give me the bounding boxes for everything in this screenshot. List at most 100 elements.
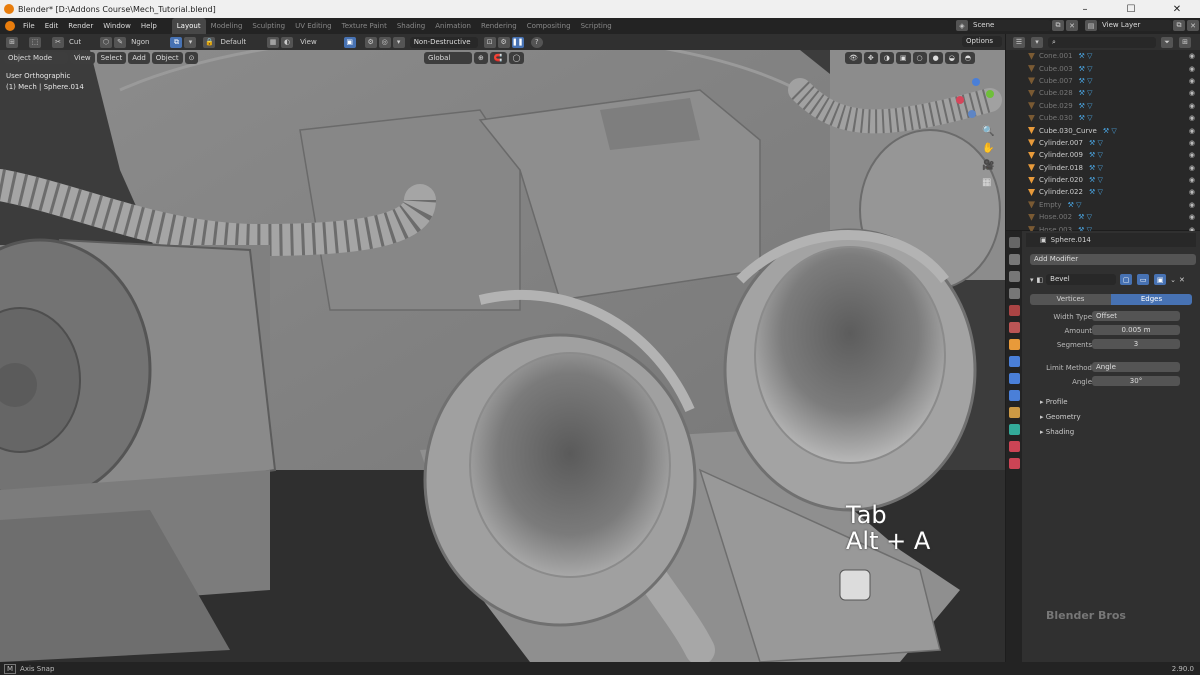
help-icon[interactable]: ?	[530, 36, 543, 48]
workspace-tab-shading[interactable]: Shading	[392, 18, 430, 34]
outliner-row[interactable]: Empty ⚒ ▽ ◉	[1006, 199, 1200, 211]
outliner-row[interactable]: Cube.030 ⚒ ▽ ◉	[1006, 112, 1200, 124]
scene-delete-icon[interactable]: ✕	[1066, 20, 1078, 31]
camera-icon[interactable]: 🎥	[982, 160, 994, 171]
select-box-icon[interactable]: ⬚	[29, 36, 41, 48]
blender-menu-icon[interactable]	[5, 21, 15, 31]
maximize-button[interactable]: ☐	[1108, 0, 1154, 18]
menu-help[interactable]: Help	[136, 22, 162, 30]
view-layer-selector[interactable]: View Layer	[1098, 20, 1172, 31]
apply-icon[interactable]: ⊡	[483, 36, 496, 48]
workspace-tab-modeling[interactable]: Modeling	[206, 18, 248, 34]
visibility-eye-icon[interactable]: ◉	[1189, 201, 1195, 209]
navigation-gizmo[interactable]	[950, 76, 1000, 126]
visibility-eye-icon[interactable]: ◉	[1189, 151, 1195, 159]
workspace-tab-texture-paint[interactable]: Texture Paint	[337, 18, 392, 34]
pause-icon[interactable]: ❚❚	[511, 36, 524, 48]
outliner-row[interactable]: Hose.002 ⚒ ▽ ◉	[1006, 211, 1200, 223]
boolean-icon[interactable]: ⚙	[364, 36, 377, 48]
tool-tab-icon[interactable]	[1008, 237, 1020, 248]
ortho-grid-icon[interactable]: ▦	[982, 177, 994, 188]
xray-toggle-icon[interactable]: ▣	[895, 52, 911, 64]
outliner-row[interactable]: Cylinder.018 ⚒ ▽ ◉	[1006, 162, 1200, 174]
workspace-tab-animation[interactable]: Animation	[430, 18, 476, 34]
menu-window[interactable]: Window	[98, 22, 136, 30]
editor-type-icon[interactable]: ⊞	[6, 36, 18, 48]
visibility-eye-icon[interactable]: ◉	[1189, 65, 1195, 73]
segments-field[interactable]: 3	[1092, 339, 1180, 349]
angle-field[interactable]: 30°	[1092, 376, 1180, 386]
boolean-mode-dropdown[interactable]: Non-Destructive	[409, 36, 478, 48]
limit-method-dropdown[interactable]: Angle	[1092, 362, 1180, 372]
boolean-2-icon[interactable]: ◎	[378, 36, 391, 48]
visibility-eye-icon[interactable]: ◉	[1189, 176, 1195, 184]
cut-tool-icon[interactable]: ✂	[52, 36, 64, 48]
snap-options-icon[interactable]: ▾	[184, 36, 197, 48]
edges-tab[interactable]: Edges	[1111, 294, 1192, 305]
scene-new-icon[interactable]: ⧉	[1052, 20, 1064, 31]
vertices-tab[interactable]: Vertices	[1030, 294, 1111, 305]
pivot-icon[interactable]: ⊕	[474, 52, 488, 64]
visibility-eye-icon[interactable]: ◉	[1189, 102, 1195, 110]
outliner-row[interactable]: Cylinder.022 ⚒ ▽ ◉	[1006, 186, 1200, 198]
options-dropdown[interactable]: Options	[962, 36, 1002, 47]
constraints-tab-icon[interactable]	[1008, 407, 1020, 418]
menu-add[interactable]: Add	[128, 52, 150, 64]
new-collection-icon[interactable]: ⊞	[1179, 36, 1191, 48]
view-layer-new-icon[interactable]: ⧉	[1173, 20, 1185, 31]
pen-icon[interactable]: ✎	[114, 36, 127, 48]
workspace-tab-sculpting[interactable]: Sculpting	[247, 18, 290, 34]
gizmo-icon[interactable]: ✥	[863, 52, 878, 64]
modifier-menu-icon[interactable]: ⌄	[1170, 276, 1176, 284]
outliner-row[interactable]: Cube.007 ⚒ ▽ ◉	[1006, 75, 1200, 87]
snap-icon[interactable]: ⧉	[170, 36, 183, 48]
workspace-tab-layout[interactable]: Layout	[171, 18, 206, 34]
outliner-row[interactable]: Cylinder.020 ⚒ ▽ ◉	[1006, 174, 1200, 186]
outliner-row[interactable]: Cylinder.009 ⚒ ▽ ◉	[1006, 149, 1200, 161]
add-modifier-dropdown[interactable]: Add Modifier	[1030, 254, 1196, 265]
xray-icon[interactable]: ▣	[343, 36, 356, 48]
shading-rendered-icon[interactable]: ◓	[960, 52, 975, 64]
visibility-eye-icon[interactable]: ◉	[1189, 213, 1195, 221]
gizmo-z-axis-icon[interactable]	[972, 78, 980, 86]
visibility-eye-icon[interactable]: ◉	[1189, 188, 1195, 196]
menu-render[interactable]: Render	[63, 22, 98, 30]
particles-tab-icon[interactable]	[1008, 373, 1020, 384]
outliner-row[interactable]: Cone.001 ⚒ ▽ ◉	[1006, 50, 1200, 62]
outliner-row[interactable]: Cube.030_Curve ⚒ ▽ ◉	[1006, 124, 1200, 136]
view-icon[interactable]: ◐	[281, 36, 294, 48]
outliner-display-icon[interactable]: ▾	[1031, 36, 1043, 48]
output-tab-icon[interactable]	[1008, 271, 1020, 282]
visibility-eye-icon[interactable]: ◉	[1189, 164, 1195, 172]
physics-tab-icon[interactable]	[1008, 390, 1020, 401]
view-layer-delete-icon[interactable]: ✕	[1187, 20, 1199, 31]
visibility-eye-icon[interactable]: ◉	[1189, 77, 1195, 85]
world-tab-icon[interactable]	[1008, 322, 1020, 333]
scene-tab-icon[interactable]	[1008, 305, 1020, 316]
menu-file[interactable]: File	[18, 22, 40, 30]
expand-toggle-icon[interactable]: ▾	[1030, 276, 1034, 284]
section-shading[interactable]: ▸ Shading	[1040, 428, 1074, 436]
filter-icon[interactable]: ⏷	[1161, 36, 1173, 48]
visibility-eye-icon[interactable]: ◉	[1189, 127, 1195, 135]
pan-hand-icon[interactable]: ✋	[982, 143, 994, 154]
workspace-tab-uv-editing[interactable]: UV Editing	[290, 18, 337, 34]
viewport-toggle-icon[interactable]: ▭	[1137, 274, 1150, 285]
cut-mode-field[interactable]: Ngon	[131, 38, 149, 46]
lock-icon[interactable]: 🔒	[203, 36, 216, 48]
gizmo-y-axis-icon[interactable]	[986, 90, 994, 98]
visibility-icon[interactable]: 👁	[845, 52, 862, 64]
menu-view[interactable]: View	[70, 52, 95, 64]
shading-solid-icon[interactable]: ●	[928, 52, 943, 64]
outliner-editor-icon[interactable]: ☰	[1013, 36, 1025, 48]
width-type-dropdown[interactable]: Offset	[1092, 311, 1180, 321]
outliner-row[interactable]: Cube.003 ⚒ ▽ ◉	[1006, 62, 1200, 74]
gizmo-neg-z-icon[interactable]	[968, 110, 976, 118]
render-tab-icon[interactable]	[1008, 254, 1020, 265]
outliner-row[interactable]: Cylinder.007 ⚒ ▽ ◉	[1006, 137, 1200, 149]
modifier-tab-icon[interactable]	[1008, 356, 1020, 367]
outliner-row[interactable]: Cube.029 ⚒ ▽ ◉	[1006, 100, 1200, 112]
scene-selector[interactable]: Scene	[969, 20, 1051, 31]
settings-gear-icon[interactable]: ⚙	[497, 36, 510, 48]
view-field[interactable]: View	[300, 38, 317, 46]
